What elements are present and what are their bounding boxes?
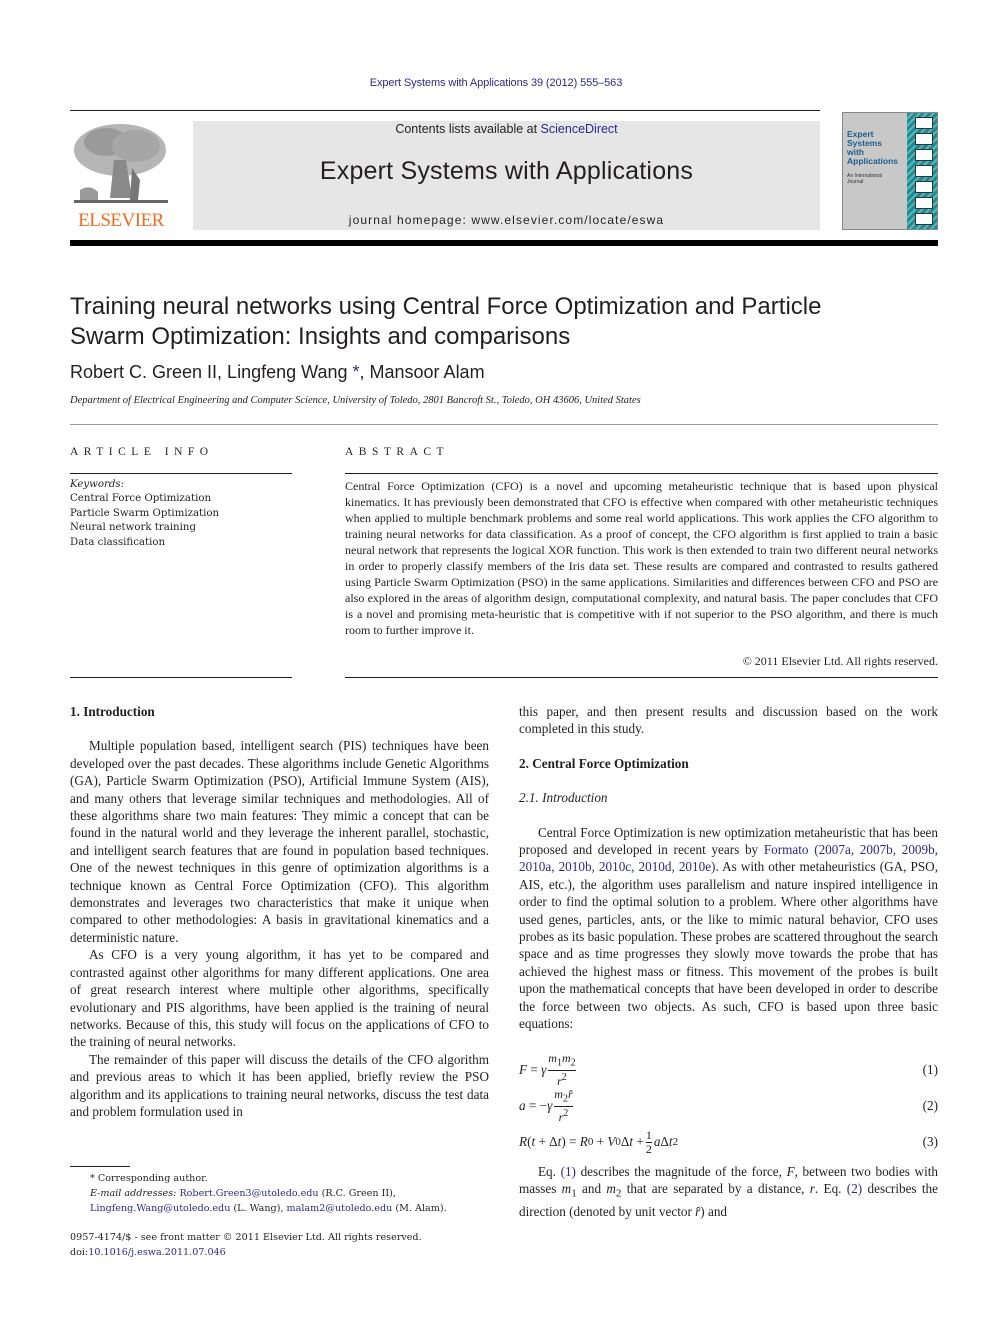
abstract-text: Central Force Optimization (CFO) is a no… (345, 479, 938, 637)
cover-subtitle: An International Journal (847, 173, 883, 185)
body-paragraph: Central Force Optimization is new optimi… (519, 824, 939, 1032)
equation-ref-2[interactable]: (2) (847, 1181, 862, 1196)
cover-title: Expert Systems with Applications (847, 129, 899, 166)
email-link-green[interactable]: Robert.Green3@utoledo.edu (179, 1188, 318, 1199)
fraction: 12 (645, 1127, 652, 1156)
elsevier-logo: ELSEVIER (70, 120, 172, 232)
front-matter: 0957-4174/$ - see front matter © 2011 El… (70, 1231, 489, 1260)
sciencedirect-link[interactable]: ScienceDirect (541, 122, 618, 136)
section-heading: 1. Introduction (70, 704, 155, 719)
journal-title: Expert Systems with Applications (319, 157, 694, 185)
cover-icon-globe (915, 133, 933, 145)
keywords-label: Keywords: (70, 479, 125, 490)
abstract-heading: ABSTRACT (345, 446, 450, 458)
cover-icon-caduceus (915, 213, 933, 225)
equation-1: F = γ m1m2 r2 (1) (519, 1051, 938, 1088)
body-paragraph-after-equations: Eq. (1) describes the magnitude of the f… (519, 1164, 938, 1220)
body-paragraph: As CFO is a very young algorithm, it has… (70, 947, 489, 1050)
cover-icon-scale (915, 165, 933, 177)
equation-number: (2) (922, 1098, 938, 1113)
cover-icon-gear (915, 117, 933, 129)
journal-cover-thumbnail: Expert Systems with Applications An Inte… (842, 112, 938, 230)
equation-number: (3) (922, 1134, 938, 1149)
affiliation-rule (70, 424, 938, 425)
doi-link[interactable]: 10.1016/j.eswa.2011.07.046 (88, 1247, 226, 1258)
keyword-item: Particle Swarm Optimization (70, 507, 220, 519)
equation-3: R(t + Δt) = R0 + V0Δt + 12 aΔt2 (3) (519, 1127, 938, 1156)
section-heading: 2. Central Force Optimization (519, 755, 689, 771)
corresponding-author-note: Corresponding author. (97, 1173, 208, 1184)
body-column-right: this paper, and then present results and… (519, 703, 938, 1033)
equation-ref-1[interactable]: (1) (561, 1164, 576, 1179)
abstract-bottom-rule (345, 677, 938, 678)
equations-block: F = γ m1m2 r2 (1) a = − γ m2r̂ r2 (2) R(t +… (519, 1052, 938, 1160)
journal-citation[interactable]: Expert Systems with Applications 39 (201… (0, 77, 992, 89)
journal-banner: Contents lists available at ScienceDirec… (193, 121, 820, 230)
contents-line: Contents lists available at ScienceDirec… (395, 122, 618, 136)
author-list: Robert C. Green II, Lingfeng Wang *, Man… (70, 362, 485, 382)
header-thick-rule (70, 240, 938, 246)
equation-number: (1) (922, 1062, 938, 1077)
footnote-rule (70, 1166, 130, 1167)
body-paragraph: Multiple population based, intelligent s… (70, 738, 489, 945)
affiliation: Department of Electrical Engineering and… (70, 395, 641, 406)
footnote: * Corresponding author. E-mail addresses… (90, 1173, 447, 1214)
article-info-bottom-rule (70, 677, 292, 678)
body-column-left: 1. Introduction Multiple population base… (70, 703, 489, 1120)
paper-title: Training neural networks using Central F… (70, 293, 822, 350)
issn-copyright: 0957-4174/$ - see front matter © 2011 El… (70, 1232, 422, 1243)
keyword-item: Data classification (70, 536, 166, 548)
body-paragraph: this paper, and then present results and… (519, 704, 938, 737)
elsevier-wordmark: ELSEVIER (78, 210, 164, 231)
fraction: m1m2 r2 (548, 1051, 576, 1088)
keyword-item: Neural network training (70, 522, 196, 534)
article-info-heading: ARTICLE INFO (70, 446, 214, 458)
elsevier-tree-icon (74, 124, 168, 203)
email-link-alam[interactable]: malam2@utoledo.edu (287, 1203, 393, 1214)
email-link-wang[interactable]: Lingfeng.Wang@utoledo.edu (90, 1203, 230, 1214)
body-paragraph: The remainder of this paper will discuss… (70, 1051, 489, 1119)
equation-2: a = − γ m2r̂ r2 (2) (519, 1087, 938, 1124)
article-info-rule (70, 473, 292, 474)
cover-icon-microscope (915, 181, 933, 193)
cover-icon-brain (915, 197, 933, 209)
cover-icon-chart (915, 149, 933, 161)
journal-homepage[interactable]: journal homepage: www.elsevier.com/locat… (193, 213, 820, 227)
abstract-copyright: © 2011 Elsevier Ltd. All rights reserved… (742, 654, 938, 668)
header-rule (70, 110, 820, 111)
keywords-block: Keywords: Central Force Optimization Par… (70, 478, 292, 550)
keyword-item: Central Force Optimization (70, 493, 212, 505)
corresponding-author-marker[interactable]: * (353, 362, 360, 382)
abstract-rule (345, 473, 938, 474)
fraction: m2r̂ r2 (554, 1087, 573, 1124)
subsection-heading: 2.1. Introduction (519, 790, 608, 806)
